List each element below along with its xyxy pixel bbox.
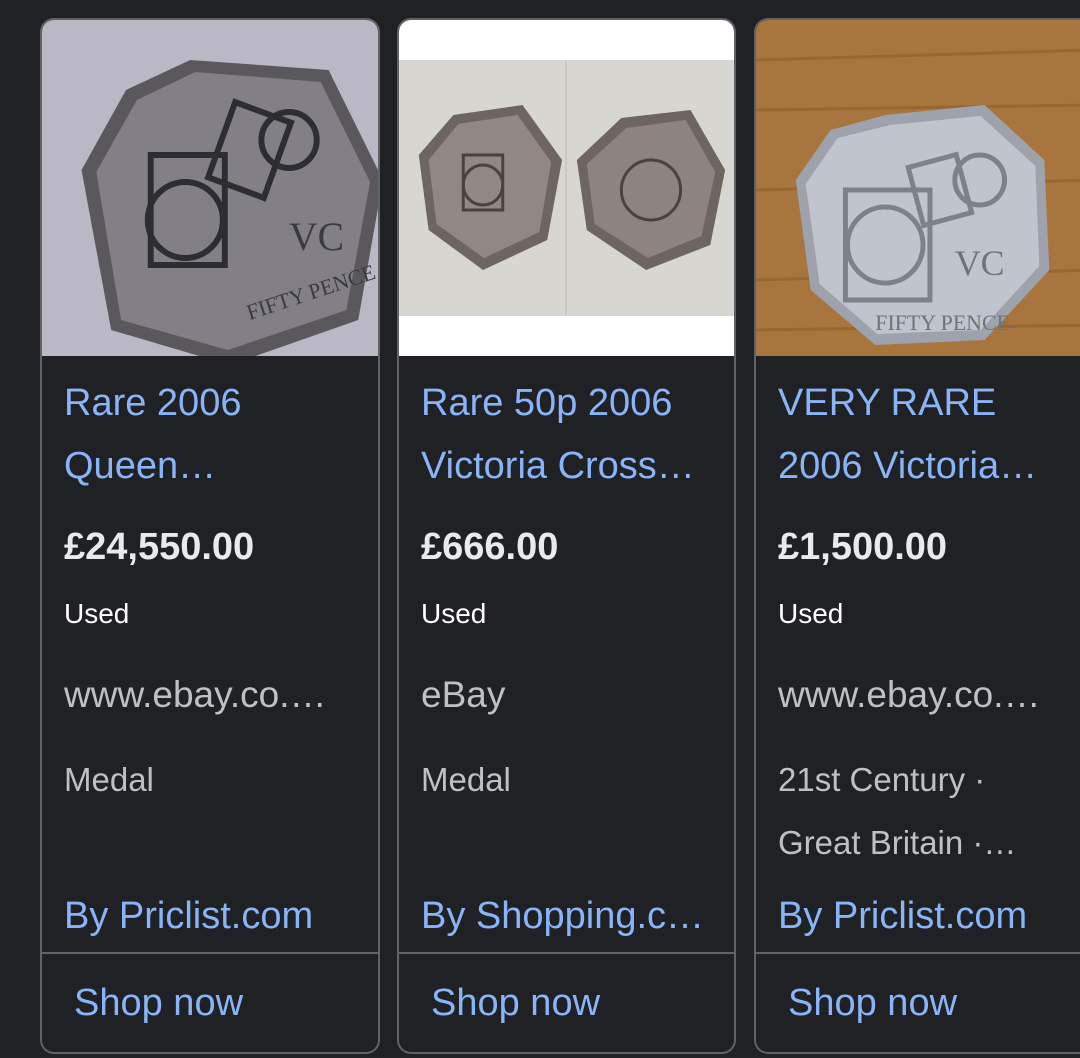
product-category-3: 21st Century · Great Britain ·… — [778, 748, 1078, 874]
product-card-1[interactable]: VC FIFTY PENCE Rare 2006 Queen… £24,550.… — [40, 18, 380, 1054]
svg-text:VC: VC — [955, 243, 1005, 283]
product-condition-1: Used — [64, 598, 130, 629]
product-card-2[interactable]: Rare 50p 2006 Victoria Cross… £666.00 Us… — [397, 18, 736, 1054]
product-title-line[interactable]: 2006 Victoria… — [778, 435, 1078, 498]
product-image-3[interactable]: VC FIFTY PENCE — [756, 20, 1080, 356]
card-divider — [42, 952, 378, 954]
category-line: 21st Century · — [778, 761, 986, 798]
product-image-2[interactable] — [399, 20, 734, 356]
product-title-line[interactable]: VERY RARE — [778, 372, 1078, 435]
product-source-3: www.ebay.co.… — [778, 674, 1041, 715]
product-category-1: Medal — [64, 748, 364, 811]
shop-now-button-2[interactable]: Shop now — [431, 975, 600, 1031]
card-divider — [399, 952, 734, 954]
product-category-2: Medal — [421, 748, 721, 811]
product-title-line[interactable]: Queen… — [64, 435, 364, 498]
category-line: Medal — [421, 761, 511, 798]
product-condition-3: Used — [778, 598, 844, 629]
product-source-1: www.ebay.co.… — [64, 674, 327, 715]
svg-text:VC: VC — [289, 215, 344, 259]
product-condition-2: Used — [421, 598, 487, 629]
category-line: Great Britain ·… — [778, 824, 1017, 861]
product-price-3: £1,500.00 — [778, 526, 948, 568]
shop-now-button-1[interactable]: Shop now — [74, 975, 243, 1031]
category-line: Medal — [64, 761, 154, 798]
product-title-line[interactable]: Victoria Cross… — [421, 435, 721, 498]
product-price-1: £24,550.00 — [64, 526, 255, 568]
product-title-line[interactable]: Rare 50p 2006 — [421, 372, 721, 435]
shop-now-button-3[interactable]: Shop now — [788, 975, 957, 1031]
product-image-1[interactable]: VC FIFTY PENCE — [42, 20, 378, 356]
product-seller-1[interactable]: By Priclist.com — [64, 888, 364, 944]
product-seller-2[interactable]: By Shopping.c… — [421, 888, 721, 944]
product-price-2: £666.00 — [421, 526, 559, 568]
product-title-3[interactable]: VERY RARE 2006 Victoria… — [778, 372, 1078, 498]
product-title-line[interactable]: Rare 2006 — [64, 372, 364, 435]
card-divider — [756, 952, 1080, 954]
product-card-3[interactable]: VC FIFTY PENCE VERY RARE 2006 Victoria… … — [754, 18, 1080, 1054]
product-seller-3[interactable]: By Priclist.com — [778, 888, 1078, 944]
product-source-2: eBay — [421, 674, 506, 715]
product-title-1[interactable]: Rare 2006 Queen… — [64, 372, 364, 498]
svg-text:FIFTY PENCE: FIFTY PENCE — [875, 310, 1010, 335]
product-title-2[interactable]: Rare 50p 2006 Victoria Cross… — [421, 372, 721, 498]
